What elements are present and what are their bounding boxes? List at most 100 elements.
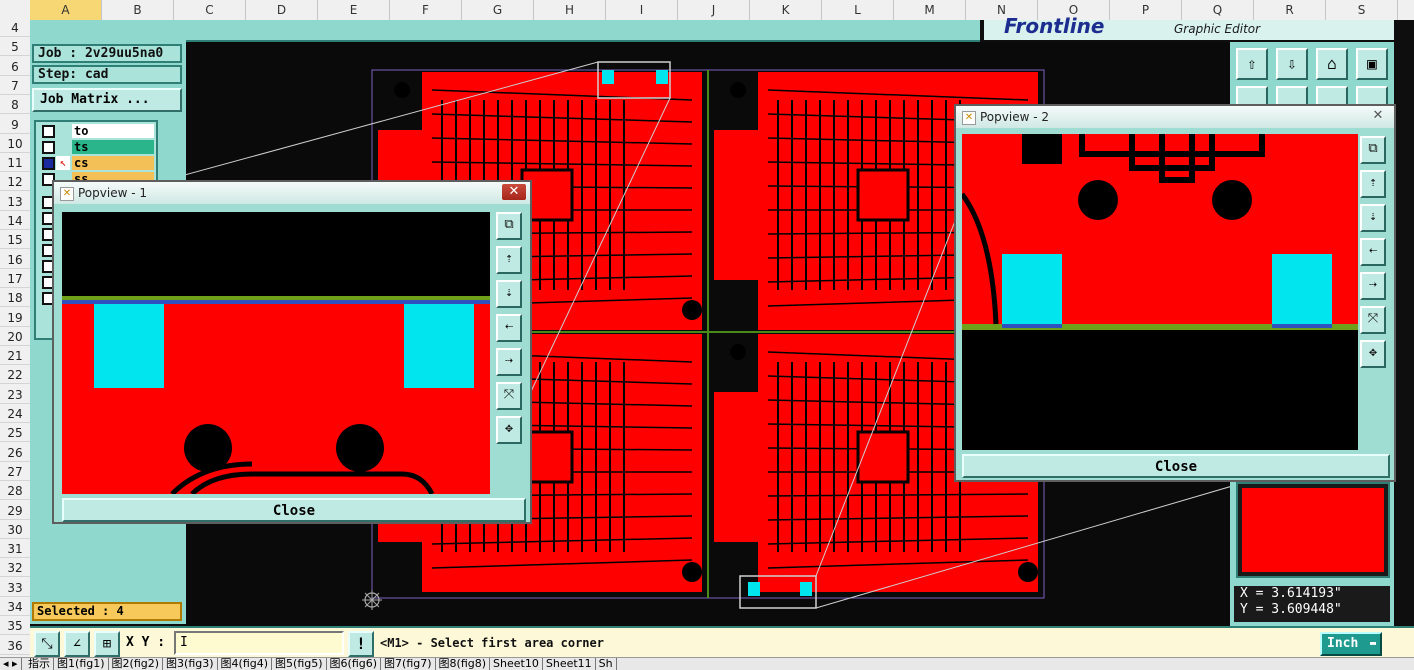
sheet-tab[interactable]: 图3(fig3) [163,658,218,670]
sheet-tab[interactable]: 图2(fig2) [109,658,164,670]
exclamation-icon[interactable]: ! [348,631,374,657]
row-header-cell[interactable]: 19 [0,310,30,327]
row-header-cell[interactable]: 31 [0,541,30,559]
window-icon[interactable]: ▣ [1356,48,1388,80]
sheet-tab[interactable]: Sh [596,658,617,670]
move-down-icon[interactable]: ⇩ [1276,48,1308,80]
row-header-cell[interactable]: 7 [0,78,30,95]
column-header-cell[interactable]: A [30,0,102,20]
zoom-out-icon[interactable]: ✥ [1360,340,1386,368]
row-header-cell[interactable]: 32 [0,560,30,578]
popview-2-canvas[interactable] [962,134,1358,450]
layer-row-to[interactable]: to [40,124,158,138]
job-matrix-button[interactable]: Job Matrix ... [32,88,182,112]
popview-2-close-button[interactable]: Close [962,454,1390,478]
column-header-cell[interactable]: C [174,0,246,20]
popview-1-window[interactable]: ✕ Popview - 1 ✕ ⧉ ⇡ ⇣ ⇠ ⇢ ⤧ ✥ Close [52,180,532,524]
move-up-icon[interactable]: ⇧ [1236,48,1268,80]
column-header-cell[interactable]: S [1326,0,1398,20]
sheet-tab[interactable]: 图4(fig4) [218,658,273,670]
row-header-cell[interactable]: 16 [0,252,30,269]
grid-icon[interactable]: ⊞ [94,631,120,657]
row-header-cell[interactable]: 8 [0,97,30,115]
column-header-cell[interactable]: I [606,0,678,20]
column-header-cell[interactable]: J [678,0,750,20]
pan-down-icon[interactable]: ⇣ [496,280,522,308]
layer-row-ts[interactable]: ts [40,140,158,154]
column-header-cell[interactable]: K [750,0,822,20]
sheet-tab[interactable]: 图5(fig5) [272,658,327,670]
column-header-cell[interactable]: Q [1182,0,1254,20]
row-header-cell[interactable]: 26 [0,445,30,462]
row-header-cell[interactable]: 4 [0,20,30,37]
sheet-tab[interactable]: 指示 [25,658,55,670]
zoom-in-icon[interactable]: ⤧ [1360,306,1386,334]
row-header-cell[interactable]: 33 [0,580,30,597]
column-header-cell[interactable]: M [894,0,966,20]
column-header-cell[interactable]: F [390,0,462,20]
row-header-cell[interactable]: 29 [0,503,30,520]
pan-down-icon[interactable]: ⇣ [1360,204,1386,232]
zoom-out-icon[interactable]: ✥ [496,416,522,444]
row-header-cell[interactable]: 21 [0,348,30,366]
sheet-tab[interactable]: 图7(fig7) [381,658,436,670]
column-header-cell[interactable]: R [1254,0,1326,20]
pan-right-icon[interactable]: ⇢ [1360,272,1386,300]
popview-1-close-button[interactable]: Close [62,498,526,522]
sheet-nav-icon[interactable]: ◂ ▸ [0,658,22,670]
popview-2-window[interactable]: ✕ Popview - 2 ✕ ⧉ ⇡ ⇣ ⇠ ⇢ ⤧ ✥ Close [954,104,1396,482]
row-header-cell[interactable]: 6 [0,59,30,76]
sheet-tab[interactable]: 图8(fig8) [436,658,491,670]
row-header-cell[interactable]: 36 [0,638,30,655]
row-header-cell[interactable]: 35 [0,618,30,636]
close-icon[interactable]: ✕ [1366,108,1390,124]
sheet-tab[interactable]: 图6(fig6) [327,658,382,670]
row-header-cell[interactable]: 17 [0,271,30,288]
column-header-cell[interactable]: P [1110,0,1182,20]
popview-sync-icon[interactable]: ⧉ [1360,136,1386,164]
row-header-cell[interactable]: 24 [0,406,30,423]
column-header-cell[interactable]: G [462,0,534,20]
close-icon[interactable]: ✕ [502,184,526,200]
measure-icon[interactable]: ∠ [64,631,90,657]
popview-2-titlebar[interactable]: ✕ Popview - 2 [956,106,1394,128]
sheet-tab[interactable]: Sheet11 [543,658,596,670]
popview-sync-icon[interactable]: ⧉ [496,212,522,240]
row-header-cell[interactable]: 27 [0,464,30,481]
row-header-cell[interactable]: 5 [0,39,30,57]
row-header-cell[interactable]: 14 [0,213,30,230]
row-header-cell[interactable]: 9 [0,117,30,134]
layer-row-cs[interactable]: ↖ cs [40,156,158,170]
column-header-cell[interactable]: L [822,0,894,20]
zoom-in-icon[interactable]: ⤧ [496,382,522,410]
pan-left-icon[interactable]: ⇠ [496,314,522,342]
popview-1-canvas[interactable] [62,212,490,494]
row-header-cell[interactable]: 23 [0,387,30,404]
row-header-cell[interactable]: 22 [0,367,30,385]
pan-up-icon[interactable]: ⇡ [496,246,522,274]
zoom-fit-icon[interactable]: ⤡ [34,631,60,657]
units-dropdown[interactable]: Inch ▬ [1320,632,1382,656]
column-header-cell[interactable]: H [534,0,606,20]
column-header-cell[interactable]: B [102,0,174,20]
layer-checkbox[interactable] [42,157,55,170]
row-header-cell[interactable]: 18 [0,290,30,308]
row-header-cell[interactable]: 10 [0,136,30,153]
overview-map[interactable] [1236,482,1390,578]
pan-right-icon[interactable]: ⇢ [496,348,522,376]
column-header-cell[interactable]: D [246,0,318,20]
row-header-cell[interactable]: 28 [0,483,30,501]
row-header-cell[interactable]: 34 [0,599,30,616]
row-header-cell[interactable]: 15 [0,232,30,250]
pan-up-icon[interactable]: ⇡ [1360,170,1386,198]
row-header-cell[interactable]: 13 [0,194,30,211]
row-header-cell[interactable]: 25 [0,425,30,443]
layer-checkbox[interactable] [42,125,55,138]
xy-input[interactable]: I [174,631,344,655]
popview-1-titlebar[interactable]: ✕ Popview - 1 [54,182,530,204]
layer-checkbox[interactable] [42,141,55,154]
row-header-cell[interactable]: 11 [0,155,30,173]
row-header-cell[interactable]: 20 [0,329,30,346]
sheet-tab[interactable]: Sheet10 [490,658,543,670]
sheet-tab[interactable]: 图1(fig1) [54,658,109,670]
